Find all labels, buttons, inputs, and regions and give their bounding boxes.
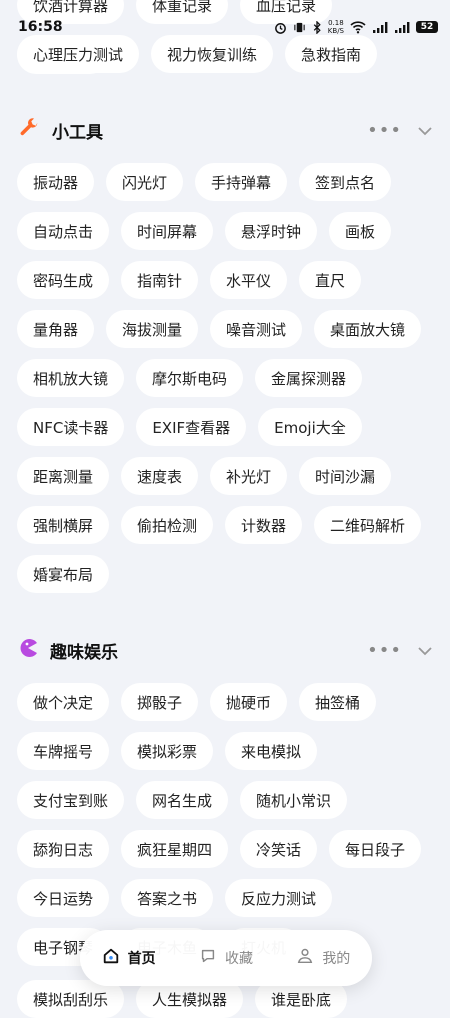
tool-chip[interactable]: 摩尔斯电码 — [136, 359, 244, 397]
fun-tool-chip[interactable]: 今日运势 — [17, 879, 110, 917]
health-tool-chip[interactable]: 视力恢复训练 — [151, 35, 274, 73]
tool-chip[interactable]: 补光灯 — [210, 457, 288, 495]
person-icon — [296, 947, 314, 969]
top-partial-chip[interactable]: 血压记录 — [240, 0, 333, 24]
bottom-nav: 首页 收藏 我的 — [80, 930, 372, 986]
tool-chip[interactable]: 距离测量 — [17, 457, 110, 495]
tool-chip[interactable]: 时间沙漏 — [299, 457, 392, 495]
fun-more-icon[interactable]: ••• — [367, 640, 402, 661]
tool-chip[interactable]: 二维码解析 — [314, 506, 422, 544]
tool-chip[interactable]: 时间屏幕 — [121, 212, 214, 250]
fun-tool-chip[interactable]: 随机小常识 — [240, 781, 348, 819]
fun-tool-chip[interactable]: 模拟彩票 — [121, 732, 214, 770]
tools-more-icon[interactable]: ••• — [367, 120, 402, 141]
tool-chip[interactable]: 指南针 — [121, 261, 199, 299]
wrench-icon — [18, 117, 40, 143]
tool-chip[interactable]: 自动点击 — [17, 212, 110, 250]
tool-chip[interactable]: 计数器 — [225, 506, 303, 544]
pacman-icon — [18, 638, 38, 662]
tool-chip[interactable]: 振动器 — [17, 163, 95, 201]
favorites-icon — [199, 947, 217, 969]
tool-chip[interactable]: Emoji大全 — [258, 408, 362, 446]
nav-favorites[interactable]: 收藏 — [199, 947, 253, 969]
fun-section: 趣味娱乐 ••• 做个决定 掷骰子 抛硬币 抽签桶车牌摇号 模拟彩票 来电模拟支付宝到账网… — [0, 635, 450, 966]
tool-chip[interactable]: 相机放大镜 — [17, 359, 125, 397]
fun-tool-chip[interactable]: 疯狂星期四 — [121, 830, 229, 868]
fun-section-title: 趣味娱乐 — [50, 642, 118, 663]
tool-chip[interactable]: 海拔测量 — [106, 310, 199, 348]
tool-chip[interactable]: 速度表 — [121, 457, 199, 495]
fun-tool-chip[interactable]: 掷骰子 — [121, 683, 199, 721]
nav-mine[interactable]: 我的 — [296, 947, 350, 969]
nav-favorites-label: 收藏 — [224, 951, 253, 967]
tool-chip[interactable]: 密码生成 — [17, 261, 110, 299]
fun-tool-chip[interactable]: 做个决定 — [17, 683, 110, 721]
nav-home-label: 首页 — [127, 951, 156, 967]
tool-chip[interactable]: 桌面放大镜 — [314, 310, 422, 348]
fun-collapse-chevron-icon[interactable] — [418, 641, 432, 660]
tool-chip[interactable]: 金属探测器 — [255, 359, 363, 397]
health-row: 心理压力测试 视力恢复训练 急救指南 — [0, 35, 450, 73]
tool-chip[interactable]: 闪光灯 — [106, 163, 184, 201]
nav-home[interactable]: 首页 — [102, 947, 156, 969]
tools-section: 小工具 ••• 振动器 闪光灯 手持弹幕 签到点名自动点击 时间屏幕 悬浮时钟 画板密码生成… — [0, 115, 450, 593]
top-partial-chip[interactable]: 饮酒计算器 — [17, 0, 125, 24]
fun-tool-chip[interactable]: 来电模拟 — [225, 732, 318, 770]
fun-tool-chip[interactable]: 车牌摇号 — [17, 732, 110, 770]
fun-tool-chip[interactable]: 抛硬币 — [210, 683, 288, 721]
tool-chip[interactable]: NFC读卡器 — [17, 408, 125, 446]
fun-tool-chip[interactable]: 反应力测试 — [225, 879, 333, 917]
health-tool-chip[interactable]: 心理压力测试 — [17, 35, 140, 73]
fun-tool-chip[interactable]: 每日段子 — [329, 830, 422, 868]
fun-section-header: 趣味娱乐 ••• — [0, 635, 450, 665]
tool-chip[interactable]: 签到点名 — [299, 163, 392, 201]
health-tool-chip[interactable]: 急救指南 — [285, 35, 378, 73]
health-section: 心理压力测试 视力恢复训练 急救指南 — [0, 35, 450, 73]
tool-chip[interactable]: 量角器 — [17, 310, 95, 348]
tools-row: 振动器 闪光灯 手持弹幕 签到点名自动点击 时间屏幕 悬浮时钟 画板密码生成 指南针 水平仪 直尺… — [0, 163, 450, 593]
tool-chip[interactable]: 手持弹幕 — [195, 163, 288, 201]
tools-section-title: 小工具 — [52, 122, 103, 143]
tool-chip[interactable]: 悬浮时钟 — [225, 212, 318, 250]
tools-section-header: 小工具 ••• — [0, 115, 450, 145]
tool-chip[interactable]: 水平仪 — [210, 261, 288, 299]
fun-tool-chip[interactable]: 支付宝到账 — [17, 781, 125, 819]
tool-chip[interactable]: 直尺 — [299, 261, 362, 299]
tool-chip[interactable]: 偷拍检测 — [121, 506, 214, 544]
fun-tool-chip[interactable]: 舔狗日志 — [17, 830, 110, 868]
tool-chip[interactable]: 强制横屏 — [17, 506, 110, 544]
fun-tool-chip[interactable]: 抽签桶 — [299, 683, 377, 721]
home-icon — [102, 947, 120, 969]
fun-row: 做个决定 掷骰子 抛硬币 抽签桶车牌摇号 模拟彩票 来电模拟支付宝到账 网名生成 随机小常识舔… — [0, 683, 450, 966]
fun-tool-chip[interactable]: 网名生成 — [136, 781, 229, 819]
tool-chip[interactable]: 噪音测试 — [210, 310, 303, 348]
tool-chip[interactable]: 婚宴布局 — [17, 555, 110, 593]
tool-chip[interactable]: 画板 — [329, 212, 392, 250]
tools-collapse-chevron-icon[interactable] — [418, 121, 432, 140]
fun-tool-chip[interactable]: 答案之书 — [121, 879, 214, 917]
fun-tool-chip[interactable]: 冷笑话 — [240, 830, 318, 868]
tool-chip[interactable]: EXIF查看器 — [136, 408, 247, 446]
nav-mine-label: 我的 — [322, 951, 351, 967]
top-partial-chip[interactable]: 体重记录 — [136, 0, 229, 24]
